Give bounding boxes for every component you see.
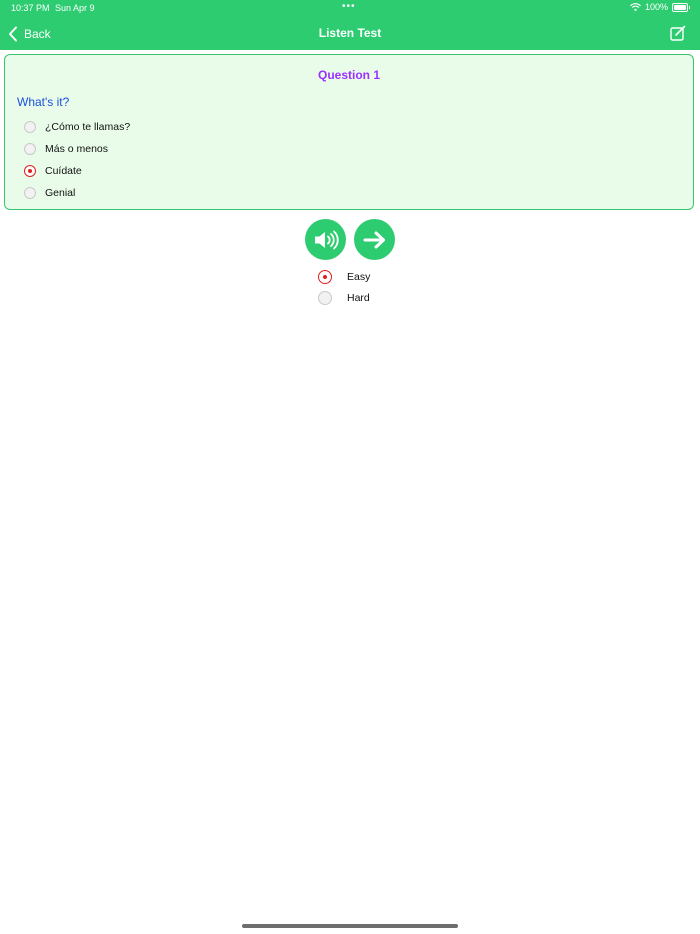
- home-indicator[interactable]: [242, 924, 458, 928]
- answer-radio[interactable]: [24, 121, 36, 133]
- difficulty-radio-selected[interactable]: [318, 270, 332, 284]
- status-time: 10:37 PM: [11, 3, 50, 13]
- wifi-icon: [630, 3, 641, 11]
- question-title: Question 1: [317, 68, 380, 82]
- difficulty-label: Easy: [347, 271, 371, 283]
- difficulty-radio[interactable]: [318, 291, 332, 305]
- status-bar: 10:37 PM Sun Apr 9 ••• 100%: [0, 0, 700, 16]
- status-right: 100%: [630, 2, 690, 12]
- edit-icon: [670, 25, 686, 41]
- difficulty-label: Hard: [347, 292, 370, 304]
- answer-label: Genial: [45, 187, 76, 199]
- battery-icon: [672, 2, 688, 12]
- battery-percent: 100%: [644, 2, 668, 12]
- arrow-right-icon: [363, 231, 385, 248]
- status-date: Sun Apr 9: [55, 3, 95, 13]
- answer-label: Más o menos: [45, 143, 109, 155]
- answer-option-4[interactable]: Genial: [24, 187, 75, 199]
- multitasking-dots[interactable]: •••: [342, 1, 356, 12]
- answer-option-1[interactable]: ¿Cómo te llamas?: [24, 121, 130, 133]
- edit-button[interactable]: [670, 25, 686, 46]
- question-prompt: What's it?: [17, 95, 70, 109]
- answer-label: ¿Cómo te llamas?: [45, 121, 131, 133]
- speaker-icon: [314, 230, 339, 249]
- question-card: Question 1 What's it? ¿Cómo te llamas? M…: [4, 54, 694, 210]
- answer-option-3[interactable]: Cuídate: [24, 165, 82, 177]
- answer-label: Cuídate: [45, 165, 82, 177]
- battery-tip: [689, 5, 690, 9]
- navigation-bar: 10:37 PM Sun Apr 9 ••• 100% Back Listen …: [0, 0, 700, 50]
- difficulty-easy[interactable]: Easy: [318, 270, 370, 284]
- answer-radio[interactable]: [24, 187, 36, 199]
- page-title: Listen Test: [318, 26, 382, 40]
- answer-radio[interactable]: [24, 143, 36, 155]
- next-button[interactable]: [354, 219, 395, 260]
- difficulty-hard[interactable]: Hard: [318, 291, 370, 305]
- play-audio-button[interactable]: [305, 219, 346, 260]
- answer-radio-selected[interactable]: [24, 165, 36, 177]
- answer-option-2[interactable]: Más o menos: [24, 143, 108, 155]
